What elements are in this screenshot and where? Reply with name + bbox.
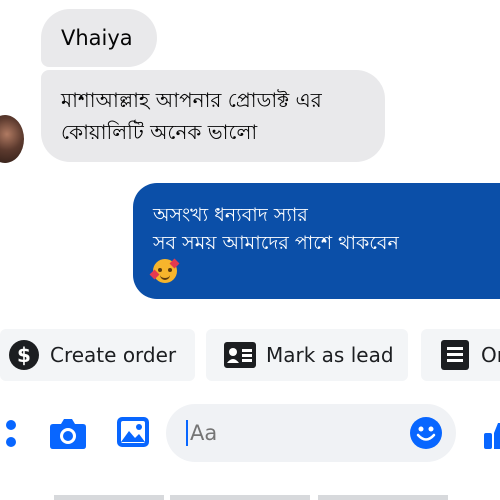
incoming-message-bubble[interactable]: Vhaiya <box>41 9 157 67</box>
divider <box>54 495 164 500</box>
outgoing-message-bubble[interactable]: অসংখ্য ধন্যবাদ স্যার সব সময় আমাদের পাশে… <box>133 183 500 299</box>
list-icon <box>439 339 471 371</box>
message-text-line: মাশাআল্লাহ আপনার প্রোডাক্ট এর <box>61 88 322 112</box>
contact-card-icon <box>224 339 256 371</box>
contact-avatar[interactable] <box>0 115 24 163</box>
mark-as-lead-button[interactable]: Mark as lead <box>206 329 408 381</box>
incoming-message-bubble[interactable]: মাশাআল্লাহ আপনার প্রোডাক্ট এর কোয়ালিটি … <box>41 70 385 162</box>
message-composer[interactable] <box>166 404 456 462</box>
more-options-icon[interactable] <box>4 418 18 450</box>
divider <box>170 495 310 500</box>
divider <box>318 495 448 500</box>
quick-action-button[interactable]: Or <box>421 329 500 381</box>
dollar-icon: $ <box>8 339 40 371</box>
message-text: Vhaiya <box>61 26 133 50</box>
camera-icon[interactable] <box>49 416 87 450</box>
message-text-line: অসংখ্য ধন্যবাদ স্যার <box>153 204 308 226</box>
message-text-line: সব সময় আমাদের পাশে থাকবেন <box>153 232 399 254</box>
create-order-button[interactable]: $ Create order <box>0 329 195 381</box>
text-cursor <box>186 420 188 446</box>
emoji-icon[interactable] <box>410 417 442 453</box>
message-text-line: কোয়ালিটি অনেক ভালো <box>61 120 258 144</box>
thumbs-up-icon[interactable] <box>484 421 500 451</box>
svg-text:$: $ <box>17 343 31 367</box>
quick-action-label: Or <box>481 343 500 367</box>
mark-as-lead-label: Mark as lead <box>266 343 394 367</box>
message-input[interactable] <box>190 421 390 445</box>
create-order-label: Create order <box>50 343 177 367</box>
image-gallery-icon[interactable] <box>116 416 150 448</box>
